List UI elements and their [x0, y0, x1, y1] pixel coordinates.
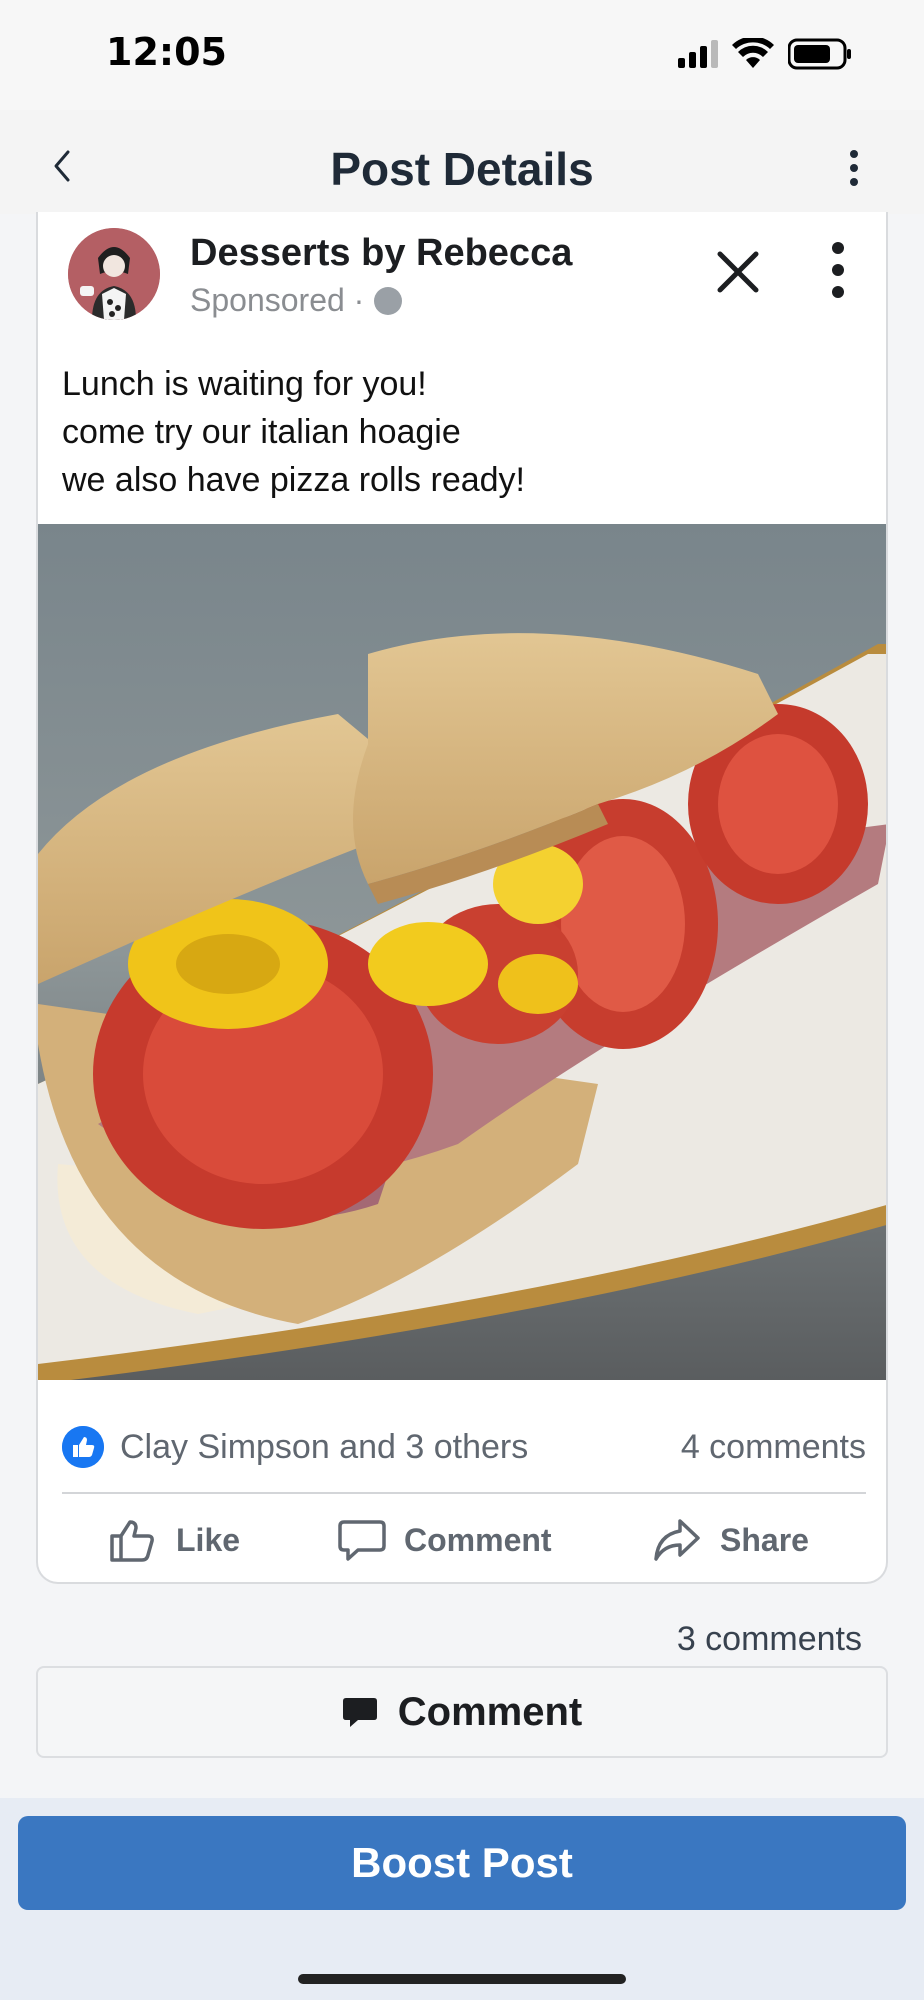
more-options-button[interactable] [844, 146, 864, 186]
like-reaction-icon [62, 1426, 104, 1468]
post-text-line: Lunch is waiting for you! [62, 365, 427, 403]
page-avatar[interactable] [68, 228, 160, 320]
sponsored-label-row: Sponsored · [190, 282, 403, 319]
like-label: Like [176, 1521, 241, 1558]
top-navigation-bar: Post Details [0, 110, 924, 214]
hide-post-button[interactable] [714, 248, 762, 296]
page-title: Post Details [330, 143, 594, 195]
post-text-line: we also have pizza rolls ready! [62, 461, 526, 499]
post-text-line: come try our italian hoagie [62, 413, 461, 451]
close-icon [717, 251, 759, 293]
post-card: Desserts by Rebecca Sponsored · Lunch is… [36, 212, 888, 1584]
reactions-row[interactable]: Clay Simpson and 3 others 4 comments [62, 1422, 866, 1470]
like-button[interactable]: Like [108, 1512, 240, 1568]
comment-bubble-icon [342, 1698, 377, 1727]
boost-post-button[interactable]: Boost Post [18, 1816, 906, 1910]
comment-button[interactable]: Comment [36, 1666, 888, 1758]
comment-label: Comment [404, 1521, 552, 1558]
status-time: 12:05 [106, 30, 227, 74]
wifi-icon [732, 38, 774, 70]
sponsored-label: Sponsored · [190, 282, 365, 318]
post-text: Lunch is waiting for you! come try our i… [62, 360, 862, 504]
share-arrow-icon [654, 1519, 700, 1561]
status-bar: 12:05 [0, 0, 924, 110]
page-name[interactable]: Desserts by Rebecca [190, 232, 572, 275]
share-label: Share [720, 1521, 809, 1558]
post-options-button[interactable] [828, 242, 848, 306]
globe-icon [374, 286, 403, 315]
post-photo[interactable] [38, 524, 886, 1380]
comment-button-label: Comment [397, 1689, 583, 1734]
status-icons [678, 38, 854, 70]
comment-action-button[interactable]: Comment [338, 1512, 552, 1568]
share-button[interactable]: Share [652, 1512, 809, 1568]
battery-icon [788, 38, 854, 70]
divider [62, 1492, 866, 1494]
thumbs-up-icon [110, 1520, 154, 1562]
speech-bubble-icon [338, 1520, 386, 1561]
comments-summary[interactable]: 3 comments [677, 1620, 862, 1659]
reactions-summary[interactable]: Clay Simpson and 3 others [120, 1428, 528, 1467]
home-indicator[interactable] [298, 1974, 626, 1984]
cellular-signal-icon [678, 40, 718, 68]
comments-count[interactable]: 4 comments [681, 1428, 866, 1467]
